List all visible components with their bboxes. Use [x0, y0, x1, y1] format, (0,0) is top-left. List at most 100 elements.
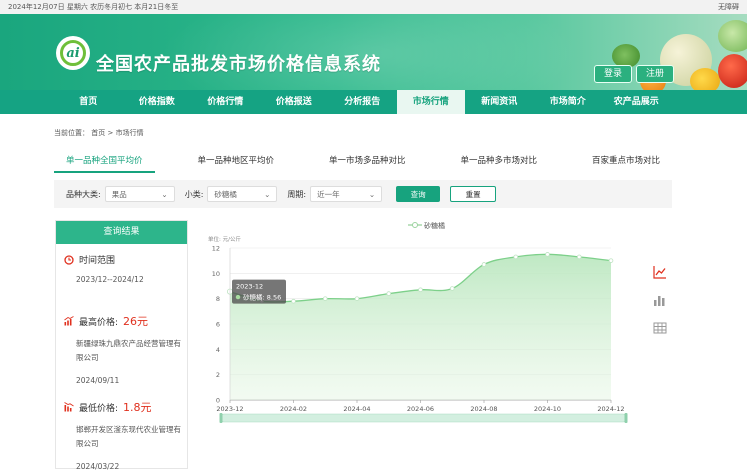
tab-regional-average[interactable]: 单一品种地区平均价 [185, 150, 286, 173]
category-value: 果品 [111, 189, 127, 199]
x-tick-label: 2024-08 [470, 405, 497, 413]
subclass-label: 小类: [184, 189, 204, 199]
max-price-value: 26元 [123, 315, 149, 328]
data-point[interactable] [576, 254, 582, 260]
nav-products[interactable]: 农产品展示 [602, 90, 671, 114]
y-tick-label: 8 [216, 295, 220, 303]
nav-home[interactable]: 首页 [54, 90, 123, 114]
chart-legend[interactable]: 砂糖橘 [408, 221, 445, 230]
y-tick-label: 10 [212, 270, 220, 278]
data-point[interactable] [291, 298, 296, 304]
max-price-market: 新疆绿珠九鼎农产品经营管理有限公司 [76, 339, 181, 362]
result-header: 查询结果 [56, 221, 187, 244]
max-price-label: 最高价格: [79, 317, 119, 328]
bar-chart-icon[interactable] [653, 293, 667, 307]
time-range-block: 时间范围 2023/12--2024/12 [64, 253, 184, 287]
tooltip-value: 砂糖橘: 8.56 [243, 293, 281, 302]
max-price-block: 最高价格: 26元 新疆绿珠九鼎农产品经营管理有限公司 2024/09/11 [64, 313, 184, 388]
data-point[interactable] [386, 291, 392, 296]
chevron-down-icon: ⌄ [161, 189, 168, 199]
category-label: 品种大类: [66, 189, 101, 199]
data-point[interactable] [608, 258, 614, 263]
reset-button[interactable]: 重置 [450, 186, 497, 202]
date-text: 2024年12月07日 星期六 农历冬月初七 本月21日冬至 [8, 3, 179, 11]
nav-price-index[interactable]: 价格指数 [123, 90, 192, 114]
tooltip-marker [235, 294, 241, 300]
min-price-block: 最低价格: 1.8元 邯郸开发区滏东现代农业管理有限公司 2024/03/22 [64, 399, 184, 474]
nav-market-quotes[interactable]: 市场行情 [396, 90, 465, 114]
breadcrumb-home[interactable]: 首页 [91, 129, 105, 137]
tab-market-multi-variety[interactable]: 单一市场多品种对比 [317, 150, 418, 173]
y-tick-label: 6 [216, 321, 220, 329]
x-tick-label: 2024-04 [343, 405, 370, 413]
data-point[interactable] [513, 254, 519, 260]
nav-news[interactable]: 新闻资讯 [465, 90, 534, 114]
min-price-label: 最低价格: [79, 403, 119, 414]
subclass-value: 砂糖橘 [214, 189, 237, 199]
chart-type-switcher [653, 265, 667, 335]
register-button[interactable]: 注册 [636, 65, 675, 83]
nav-market-intro[interactable]: 市场简介 [534, 90, 603, 114]
time-range-label: 时间范围 [79, 256, 116, 266]
trend-down-icon [64, 402, 74, 412]
chevron-down-icon: ⌄ [264, 189, 271, 199]
zoom-handle-left[interactable] [219, 413, 223, 423]
period-select[interactable]: 近一年 ⌄ [310, 186, 383, 202]
price-chart: 砂糖橘 单位: 元/公斤 0 2 4 6 8 10 12 2023-12 2024-02 202… [208, 221, 628, 423]
data-point[interactable] [354, 296, 360, 301]
period-value: 近一年 [317, 189, 340, 199]
apple-image [718, 54, 747, 88]
pepper-image [690, 68, 720, 90]
data-point[interactable] [545, 252, 550, 257]
tab-key-markets[interactable]: 百家重点市场对比 [580, 150, 672, 173]
accessibility-link[interactable]: 无障碍 [718, 2, 739, 12]
result-panel: 查询结果 时间范围 2023/12--2024/12 最高价格: 26元 新疆绿… [55, 220, 188, 471]
trend-up-icon [64, 316, 74, 326]
breadcrumb-current: 市场行情 [115, 129, 144, 137]
period-label: 周期: [287, 189, 307, 199]
data-point[interactable] [322, 296, 328, 301]
tab-national-average[interactable]: 单一品种全国平均价 [54, 150, 155, 173]
y-tick-label: 0 [216, 397, 220, 405]
zoom-handle-right[interactable] [624, 413, 628, 423]
chevron-down-icon: ⌄ [368, 189, 376, 199]
main-nav: 首页 价格指数 价格行情 价格报送 分析报告 市场行情 新闻资讯 市场简介 农产… [0, 90, 747, 114]
top-bar: 2024年12月07日 星期六 农历冬月初七 本月21日冬至 无障碍 [0, 0, 747, 14]
sub-tabs: 单一品种全国平均价 单一品种地区平均价 单一市场多品种对比 单一品种多市场对比 … [54, 150, 672, 173]
nav-price-quotes[interactable]: 价格行情 [191, 90, 260, 114]
y-tick-label: 2 [216, 371, 220, 379]
y-tick-label: 12 [212, 245, 220, 253]
clock-icon [64, 254, 74, 265]
cabbage-image [718, 20, 747, 52]
site-logo: ai [56, 36, 90, 70]
data-point[interactable] [449, 286, 455, 291]
min-price-market: 邯郸开发区滏东现代农业管理有限公司 [76, 425, 181, 448]
chart-tooltip: 2023-12 砂糖橘: 8.56 [232, 279, 286, 304]
category-select[interactable]: 果品 ⌄ [104, 186, 175, 202]
x-tick-label: 2024-02 [280, 405, 307, 413]
logo-mark: ai [60, 40, 86, 66]
x-tick-label: 2024-12 [597, 405, 624, 413]
nav-price-report[interactable]: 价格报送 [260, 90, 329, 114]
tab-variety-multi-market[interactable]: 单一品种多市场对比 [448, 150, 549, 173]
login-button[interactable]: 登录 [594, 65, 633, 83]
nav-analysis[interactable]: 分析报告 [328, 90, 397, 114]
x-tick-label: 2023-12 [216, 405, 243, 413]
site-title: 全国农产品批发市场价格信息系统 [96, 54, 381, 75]
header-banner: ai 全国农产品批发市场价格信息系统 登录 注册 [0, 14, 747, 90]
time-range-value: 2023/12--2024/12 [76, 275, 144, 284]
min-price-date: 2024/03/22 [76, 462, 120, 471]
series-area [230, 254, 611, 400]
data-point[interactable] [418, 287, 423, 293]
tooltip-title: 2023-12 [236, 283, 263, 291]
data-point[interactable] [481, 262, 487, 267]
subclass-select[interactable]: 砂糖橘 ⌄ [207, 186, 278, 202]
query-button[interactable]: 查询 [396, 186, 441, 202]
table-view-icon[interactable] [653, 321, 667, 335]
breadcrumb-separator: > [107, 129, 114, 137]
line-chart-icon[interactable] [653, 265, 667, 279]
filter-bar: 品种大类: 果品 ⌄ 小类: 砂糖橘 ⌄ 周期: 近一年 ⌄ 查询 重置 [54, 180, 672, 208]
data-zoom-slider[interactable] [220, 413, 627, 423]
y-tick-label: 4 [216, 346, 220, 354]
max-price-date: 2024/09/11 [76, 376, 120, 385]
